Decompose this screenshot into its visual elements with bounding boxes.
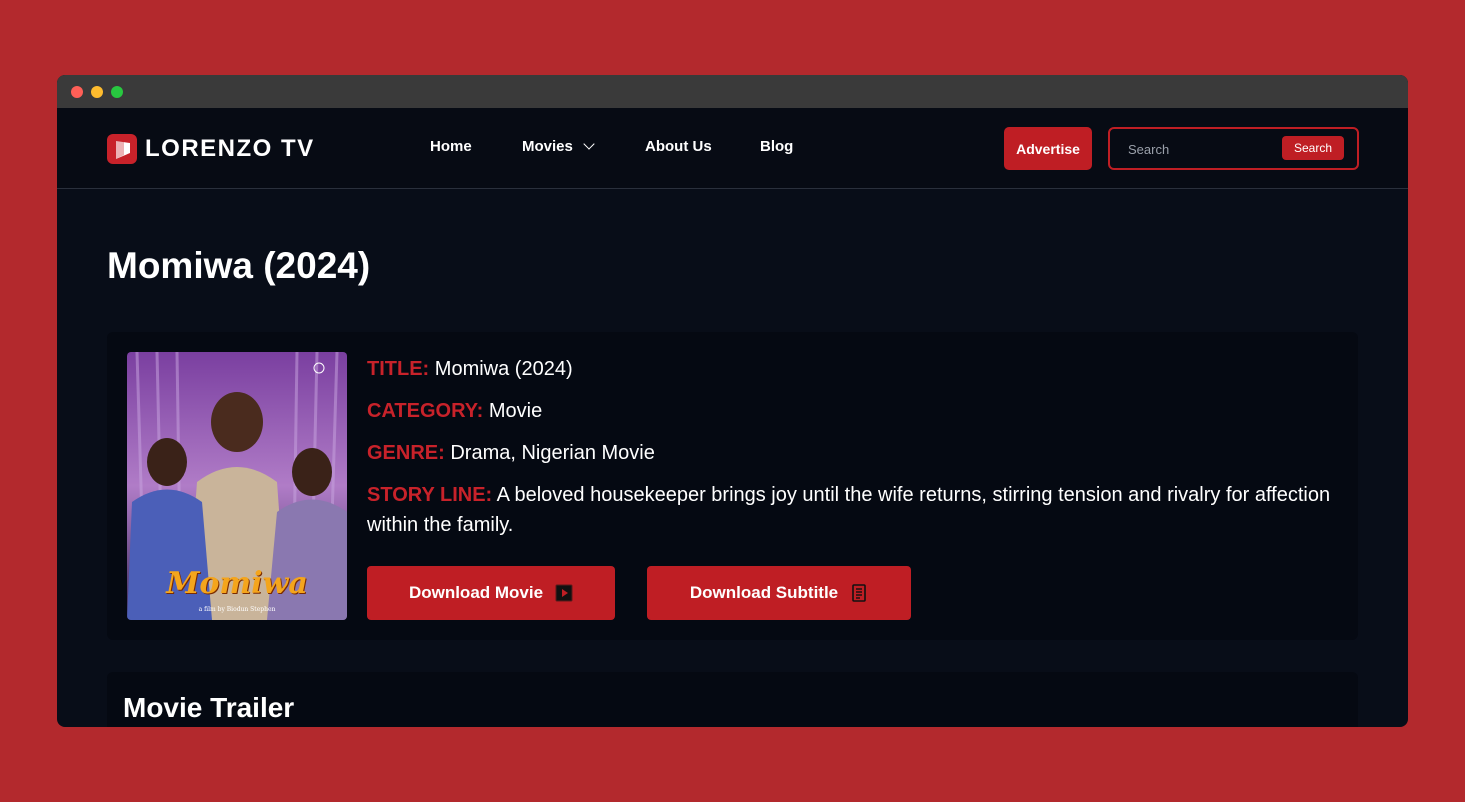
close-window-dot[interactable]	[71, 86, 83, 98]
nav-movies-label: Movies	[522, 138, 573, 155]
detail-storyline-label: STORY LINE:	[367, 484, 493, 506]
minimize-window-dot[interactable]	[91, 86, 103, 98]
search-box: Search	[1108, 127, 1359, 170]
detail-storyline-value: A beloved housekeeper brings joy until t…	[367, 484, 1331, 536]
detail-category-label: CATEGORY:	[367, 400, 484, 422]
brand-logo[interactable]: LORENZO TV	[107, 134, 315, 164]
detail-genre: GENRE: Drama, Nigerian Movie	[367, 438, 1337, 468]
detail-title: TITLE: Momiwa (2024)	[367, 354, 1337, 384]
navbar: LORENZO TV Home Movies About Us Blog Adv…	[57, 108, 1408, 189]
nav-home[interactable]: Home	[430, 138, 472, 155]
detail-genre-value: Drama, Nigerian Movie	[450, 442, 655, 464]
download-movie-label: Download Movie	[408, 583, 544, 602]
nav-movies[interactable]: Movies	[522, 138, 595, 155]
download-subtitle-label: Download Subtitle	[689, 583, 839, 602]
trailer-heading: Movie Trailer	[123, 692, 295, 723]
browser-window: LORENZO TV Home Movies About Us Blog Adv…	[57, 75, 1408, 727]
nav-about-us[interactable]: About Us	[645, 138, 712, 155]
movie-poster: Momiwa a film by Biodun Stephen	[127, 352, 347, 620]
nav-blog[interactable]: Blog	[760, 138, 793, 155]
search-button[interactable]: Search	[1282, 136, 1344, 160]
download-movie-button[interactable]: Download Movie	[367, 566, 615, 620]
page-title: Momiwa (2024)	[107, 245, 371, 286]
detail-category: CATEGORY: Movie	[367, 396, 1337, 426]
window-titlebar	[57, 75, 1408, 108]
download-subtitle-button[interactable]: Download Subtitle	[647, 566, 911, 620]
movie-details: TITLE: Momiwa (2024) CATEGORY: Movie GEN…	[367, 354, 1337, 552]
document-icon	[852, 584, 866, 602]
logo-icon	[107, 134, 137, 164]
movie-card: Momiwa a film by Biodun Stephen TITLE: M…	[107, 332, 1358, 640]
detail-genre-label: GENRE:	[367, 442, 445, 464]
poster-credit-text: a film by Biodun Stephen	[198, 606, 276, 613]
detail-title-label: TITLE:	[367, 358, 430, 380]
maximize-window-dot[interactable]	[111, 86, 123, 98]
detail-storyline: STORY LINE: A beloved housekeeper brings…	[367, 480, 1337, 540]
advertise-button[interactable]: Advertise	[1004, 127, 1092, 170]
search-input[interactable]	[1126, 137, 1280, 161]
poster-title-text: Momiwa	[166, 566, 308, 601]
brand-name: LORENZO TV	[145, 135, 315, 162]
trailer-section: Movie Trailer	[107, 672, 1358, 727]
chevron-down-icon	[583, 138, 595, 150]
detail-category-value: Movie	[488, 400, 543, 422]
film-icon	[555, 584, 573, 602]
detail-title-value: Momiwa (2024)	[434, 358, 573, 380]
